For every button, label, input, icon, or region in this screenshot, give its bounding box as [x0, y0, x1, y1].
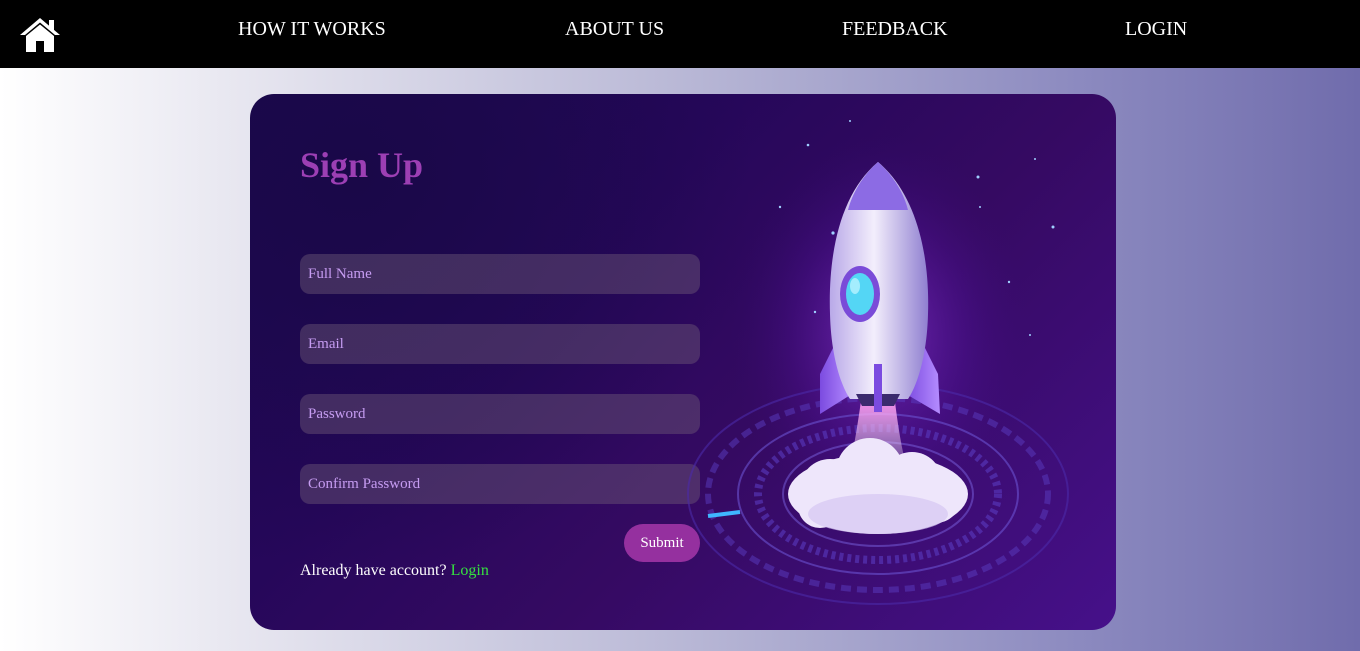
nav-link-feedback[interactable]: FEEDBACK — [842, 18, 948, 41]
navbar: HOW IT WORKS ABOUT US FEEDBACK LOGIN — [0, 0, 1360, 68]
nav-link-about-us[interactable]: ABOUT US — [565, 18, 664, 41]
rocket-launch-illustration — [680, 94, 1116, 630]
full-name-input[interactable] — [300, 254, 700, 294]
confirm-password-input[interactable] — [300, 464, 700, 504]
already-account-label: Already have account? — [300, 562, 447, 579]
email-input[interactable] — [300, 324, 700, 364]
password-input[interactable] — [300, 394, 700, 434]
home-icon[interactable] — [18, 16, 62, 54]
page-title: Sign Up — [300, 145, 424, 185]
nav-link-how-it-works[interactable]: HOW IT WORKS — [238, 18, 386, 41]
login-link[interactable]: Login — [451, 562, 489, 579]
signup-card: Sign Up Submit Already have account? Log… — [250, 94, 1116, 630]
nav-link-login[interactable]: LOGIN — [1125, 18, 1187, 41]
already-account-text: Already have account? Login — [300, 562, 489, 580]
